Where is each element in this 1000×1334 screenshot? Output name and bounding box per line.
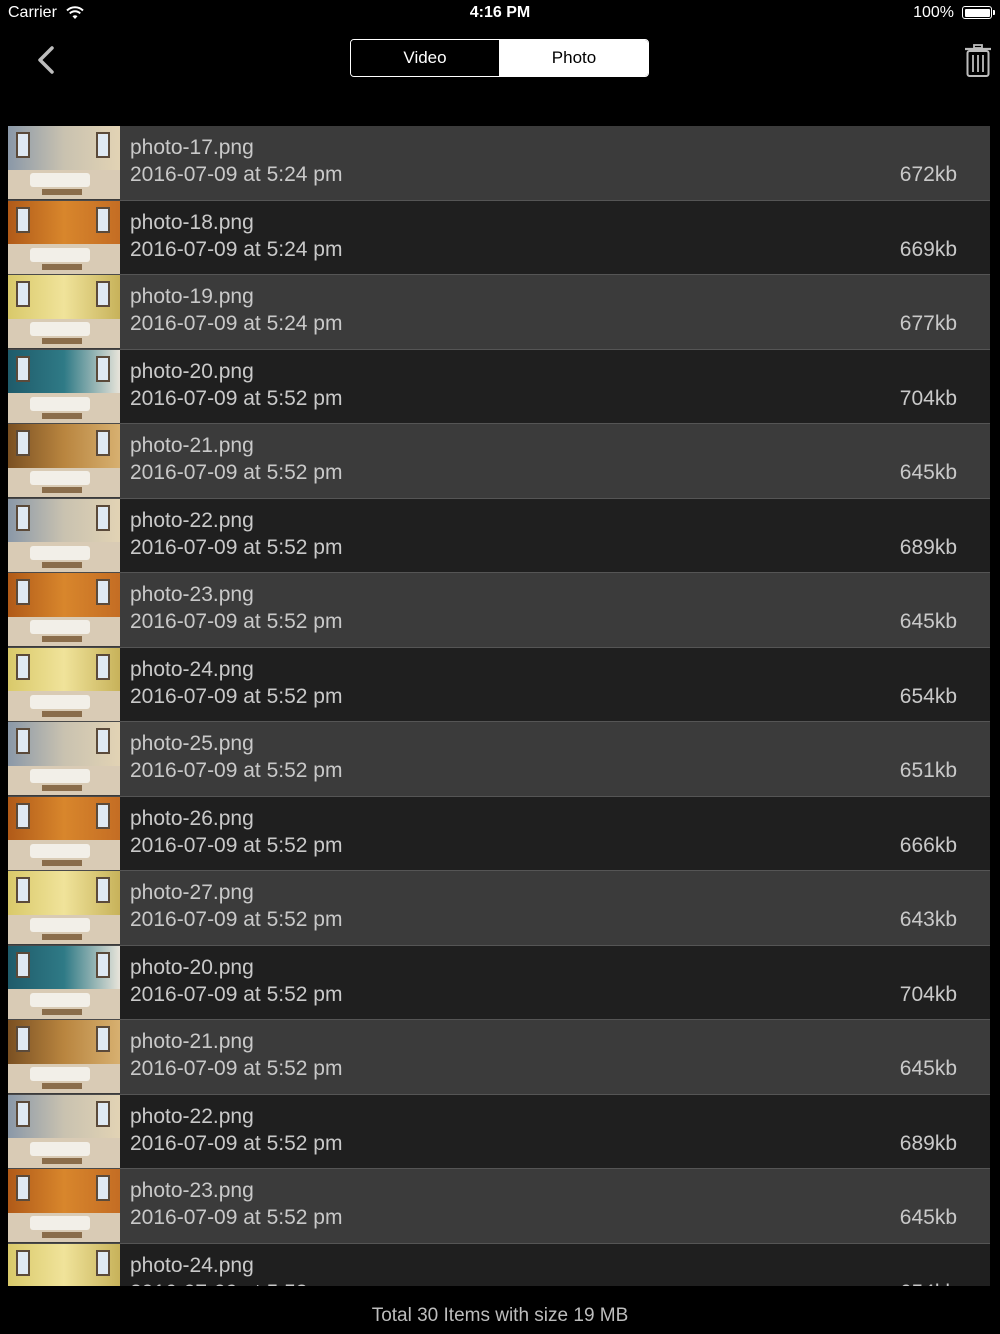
file-size: 643kb [899,908,957,931]
photo-thumbnail [8,573,120,646]
trash-icon[interactable] [964,44,992,78]
photo-thumbnail [8,796,120,870]
file-name: photo-20.png [130,955,254,979]
file-name: photo-18.png [130,210,254,234]
photo-list[interactable]: photo-17.png 2016-07-09 at 5:24 pm 672kb ph… [8,126,990,1286]
file-date: 2016-07-09 at 5:52 pm [130,982,343,1006]
file-date: 2016-07-09 at 5:52 pm [130,1057,343,1080]
file-date: 2016-07-09 at 5:24 pm [130,237,343,261]
list-item[interactable]: photo-25.png 2016-07-09 at 5:52 pm 651kb [8,722,990,797]
segment-video[interactable]: Video [351,40,500,76]
status-bar: Carrier 4:16 PM 100% [0,0,1000,28]
file-date: 2016-07-09 at 5:52 pm [130,461,343,484]
photo-thumbnail [8,1243,120,1286]
file-date: 2016-07-09 at 5:52 pm [130,610,343,633]
file-date: 2016-07-09 at 5:52 pm [130,833,343,857]
list-item[interactable]: photo-18.png 2016-07-09 at 5:24 pm 669kb [8,200,990,276]
list-item[interactable]: photo-20.png 2016-07-09 at 5:52 pm 704kb [8,349,990,425]
file-name: photo-19.png [130,285,254,308]
file-name: photo-23.png [130,583,254,606]
back-chevron-icon[interactable] [30,42,66,78]
photo-thumbnail [8,275,120,348]
file-name: photo-23.png [130,1179,254,1202]
file-size: 666kb [899,833,957,857]
list-item[interactable]: photo-27.png 2016-07-09 at 5:52 pm 643kb [8,871,990,946]
file-date: 2016-07-09 at 5:52 pm [130,759,343,782]
file-name: photo-21.png [130,1030,254,1053]
nav-bar: Video Photo [0,28,1000,98]
battery-percent: 100% [913,4,954,21]
photo-thumbnail [8,200,120,274]
file-name: photo-26.png [130,806,254,830]
file-name: photo-24.png [130,1253,254,1277]
list-item[interactable]: photo-22.png 2016-07-09 at 5:52 pm 689kb [8,498,990,574]
list-item[interactable]: photo-23.png 2016-07-09 at 5:52 pm 645kb [8,1169,990,1244]
list-item[interactable]: photo-24.png2016-07-09 at 5:52 pm654kb [8,1243,990,1286]
file-date: 2016-07-09 at 5:24 pm [130,312,343,335]
list-item[interactable]: photo-23.png 2016-07-09 at 5:52 pm 645kb [8,573,990,648]
file-size: 669kb [899,237,957,261]
list-item[interactable]: photo-22.png 2016-07-09 at 5:52 pm 689kb [8,1094,990,1170]
file-name: photo-22.png [130,508,254,532]
total-summary: Total 30 Items with size 19 MB [371,1305,629,1326]
file-name: photo-24.png [130,657,254,681]
battery-icon [962,6,995,19]
list-item[interactable]: photo-26.png 2016-07-09 at 5:52 pm 666kb [8,796,990,872]
file-size: 672kb [899,163,957,186]
file-size: 651kb [899,759,957,782]
file-date: 2016-07-09 at 5:52 pm [130,1131,343,1155]
photo-thumbnail [8,722,120,795]
photo-thumbnail [8,498,120,572]
file-size: 645kb [899,1057,957,1080]
file-size: 689kb [899,535,957,559]
file-date: 2016-07-09 at 5:52 pm [130,535,343,559]
footer: Total 30 Items with size 19 MB [0,1286,1000,1334]
file-size: 704kb [899,386,957,410]
file-name: photo-21.png [130,434,254,457]
list-item[interactable]: photo-19.png 2016-07-09 at 5:24 pm 677kb [8,275,990,350]
file-size: 645kb [899,610,957,633]
photo-thumbnail [8,871,120,944]
list-item[interactable]: photo-17.png 2016-07-09 at 5:24 pm 672kb [8,126,990,201]
file-name: photo-20.png [130,359,254,383]
photo-thumbnail [8,1094,120,1168]
photo-thumbnail [8,945,120,1019]
list-item[interactable]: photo-21.png 2016-07-09 at 5:52 pm 645kb [8,424,990,499]
photo-thumbnail [8,1169,120,1242]
list-item[interactable]: photo-21.png 2016-07-09 at 5:52 pm 645kb [8,1020,990,1095]
file-date: 2016-07-09 at 5:24 pm [130,163,343,186]
photo-thumbnail [8,1020,120,1093]
photo-thumbnail [8,647,120,721]
media-type-segmented-control: Video Photo [350,39,649,77]
file-size: 704kb [899,982,957,1006]
file-date: 2016-07-09 at 5:52 pm [130,386,343,410]
photo-thumbnail [8,424,120,497]
file-size: 654kb [899,684,957,708]
file-size: 645kb [899,1206,957,1229]
file-date: 2016-07-09 at 5:52 pm [130,908,343,931]
file-date: 2016-07-09 at 5:52 pm [130,1206,343,1229]
list-item[interactable]: photo-20.png 2016-07-09 at 5:52 pm 704kb [8,945,990,1021]
segment-photo[interactable]: Photo [500,40,648,76]
file-name: photo-25.png [130,732,254,755]
file-size: 677kb [899,312,957,335]
file-size: 689kb [899,1131,957,1155]
photo-thumbnail [8,126,120,199]
photo-thumbnail [8,349,120,423]
file-name: photo-27.png [130,881,254,904]
file-date: 2016-07-09 at 5:52 pm [130,684,343,708]
status-time: 4:16 PM [469,4,531,21]
list-item[interactable]: photo-24.png 2016-07-09 at 5:52 pm 654kb [8,647,990,723]
file-size: 645kb [899,461,957,484]
file-name: photo-17.png [130,136,254,159]
file-name: photo-22.png [130,1104,254,1128]
